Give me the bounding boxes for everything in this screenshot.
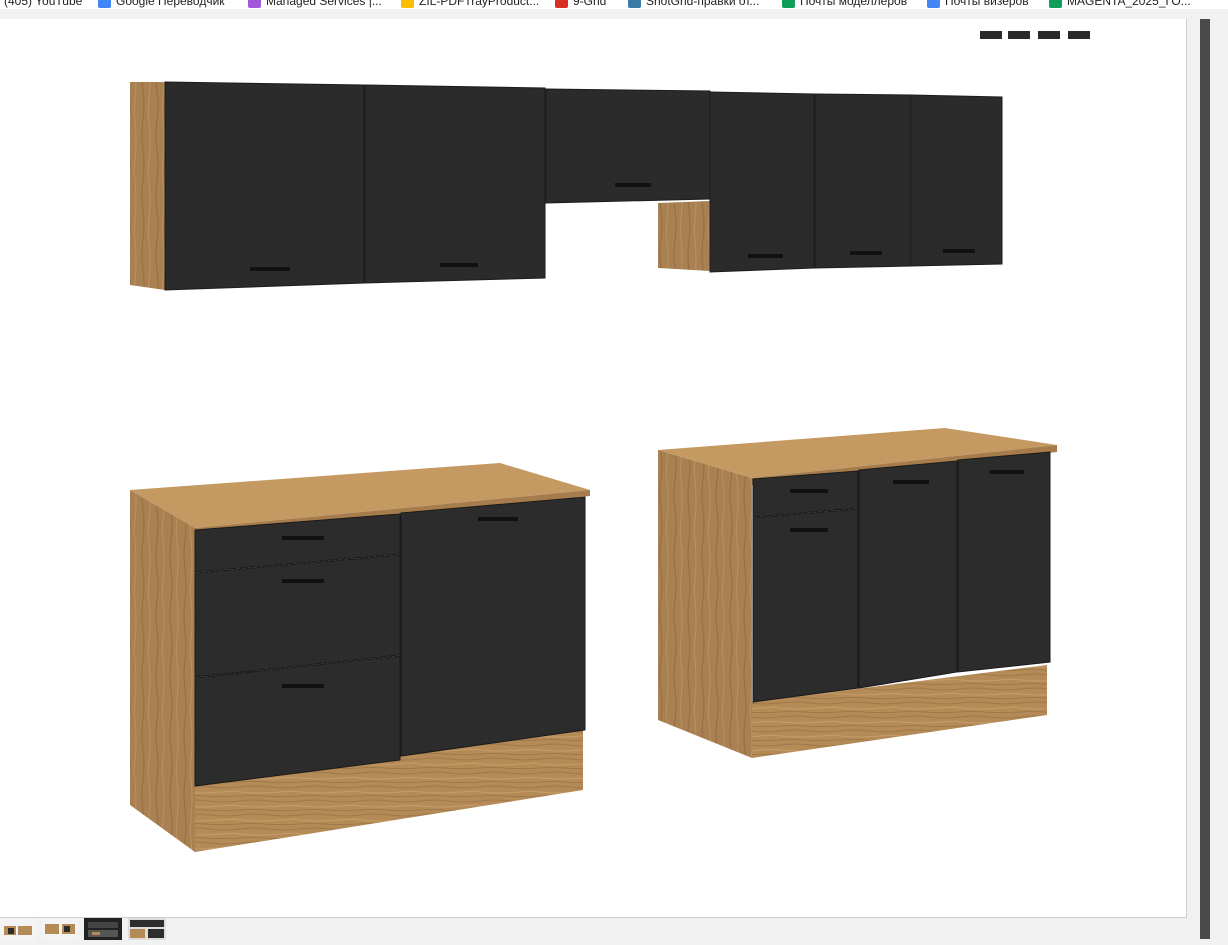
bookmark-label: Почты визеров [945, 0, 1029, 8]
bookmark-modelers-mail[interactable]: Почты моделлеров [782, 0, 907, 9]
side-panel [130, 490, 195, 852]
base-cabinet-left [130, 463, 590, 852]
bookmark-shotgrid[interactable]: ShotGrid-правки от... [628, 0, 759, 9]
sheets-icon [1049, 0, 1062, 8]
drawer-front [194, 554, 401, 678]
bookmark-magenta[interactable]: MAGENTA_2025_ГО... [1049, 0, 1191, 9]
image-viewer [0, 19, 1187, 918]
wall-cabinet-door [814, 93, 912, 269]
handle-icon [282, 579, 324, 583]
wall-cabinet-door [709, 91, 815, 273]
bookmarks-bar: (405) YouTube Google Переводчик Managed … [0, 0, 1228, 9]
wall-cabinet-side-panel [130, 82, 165, 290]
pdf-icon [555, 0, 568, 8]
sheets-icon [782, 0, 795, 8]
cabinet-door [858, 460, 958, 689]
handle-icon [615, 183, 651, 187]
cabinet-door [400, 496, 586, 757]
handle-icon [440, 263, 478, 267]
drive-icon [401, 0, 414, 8]
base-cabinet-right [658, 428, 1057, 758]
bookmark-zil-pdf[interactable]: ZIL-PDFTrayProduct... [401, 0, 539, 9]
handle-icon [282, 536, 324, 540]
thumbnail-4[interactable] [128, 918, 166, 940]
handle-icon [478, 517, 518, 521]
side-panel [658, 450, 752, 758]
open-shelf-side [658, 201, 710, 271]
bookmark-google-translate[interactable]: Google Переводчик [98, 0, 225, 9]
wall-cabinet-door [364, 84, 546, 284]
cabinet-door [752, 508, 859, 703]
wall-cabinets [130, 81, 1003, 291]
bookmark-managed-services[interactable]: Managed Services |... [248, 0, 382, 9]
wall-cabinet-door [164, 81, 365, 291]
handle-icon [790, 528, 828, 532]
bookmark-9-grid[interactable]: 9-Grid [555, 0, 606, 9]
translate-icon [98, 0, 111, 8]
bookmark-label: ZIL-PDFTrayProduct... [419, 0, 540, 8]
bookmark-label: 9-Grid [573, 0, 607, 8]
kitchen-set-image [130, 81, 1057, 852]
bookmark-label: MAGENTA_2025_ГО... [1067, 0, 1191, 8]
handle-icon [943, 249, 975, 253]
handle-icon [790, 489, 828, 493]
handle-icon [250, 267, 290, 271]
handle-icon [990, 470, 1024, 474]
wall-cabinet-door [910, 94, 1003, 267]
bookmark-label: ShotGrid-правки от... [646, 0, 760, 8]
handle-icon [893, 480, 929, 484]
thumbnail-3[interactable] [84, 918, 122, 940]
thumbnail-2[interactable] [42, 918, 78, 940]
docs-icon [927, 0, 940, 8]
thumbnail-1[interactable] [0, 918, 36, 940]
scrollbar[interactable] [1200, 19, 1210, 939]
bookmark-label: Managed Services |... [266, 0, 382, 8]
managed-services-icon [248, 0, 261, 8]
cabinet-door [957, 451, 1051, 673]
bookmark-label: (405) YouTube [4, 0, 83, 8]
bookmark-visers-mail[interactable]: Почты визеров [927, 0, 1029, 9]
shotgrid-icon [628, 0, 641, 8]
bookmark-label: Почты моделлеров [800, 0, 908, 8]
handle-icon [282, 684, 324, 688]
bookmark-label: Google Переводчик [116, 0, 225, 8]
brand-logo [980, 28, 1095, 42]
bookmark-youtube[interactable]: (405) YouTube [4, 0, 82, 9]
handle-icon [748, 254, 783, 258]
handle-icon [850, 251, 882, 255]
